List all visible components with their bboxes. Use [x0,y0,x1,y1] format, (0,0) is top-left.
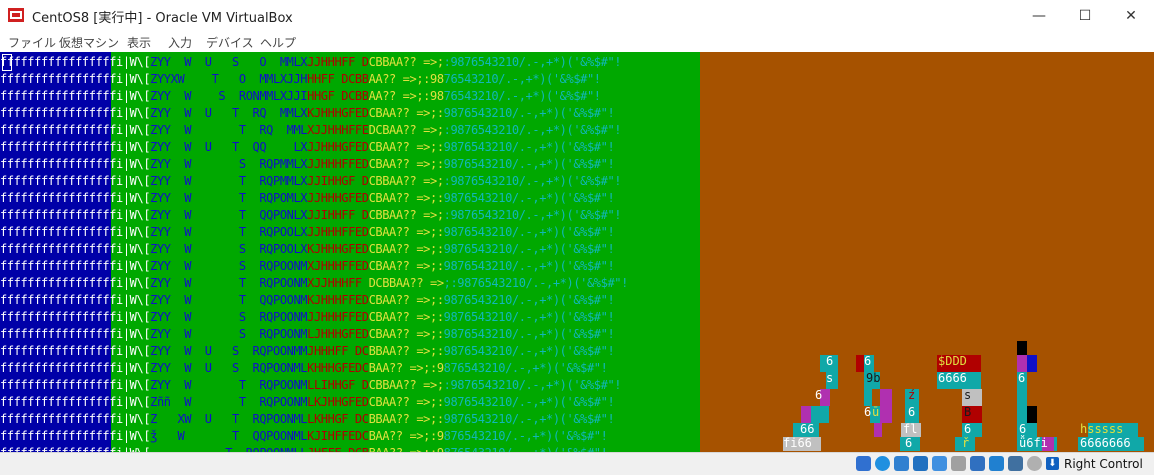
garble-text: 6 [815,388,823,402]
garble-block [1027,406,1037,423]
console-line: fffffffffffffffffi|W\[ZYY W S RQPOOLXKJH… [0,242,615,256]
usb-icon[interactable] [932,456,947,471]
garble-block [880,389,892,423]
menu-machine[interactable]: 仮想マシン [59,34,119,51]
host-key-icon: ⬇ [1046,457,1059,470]
garble-text: 6 [826,354,834,368]
console-line: fffffffffffffffffi|W\[ZYY W T RQPMMLXJJI… [0,174,622,188]
console-line: fffffffffffffffffi|W\[ZYY W S RQPOONMXJH… [0,259,615,273]
garble-text: 6 [905,436,913,450]
garble-text: fi66 [783,436,812,450]
shared-folder-icon[interactable] [951,456,966,471]
maximize-icon: ☐ [1078,7,1092,24]
garble-block [864,389,872,406]
console-line: fffffffffffffffffi|W\[ZYY W S RQPMMLXJJH… [0,157,615,171]
garble-text: B [964,405,972,419]
network-icon[interactable] [913,456,928,471]
garble-text: 6 [864,405,872,419]
console-line: fffffffffffffffffi|W\[ZYY W U S O MMLXJJ… [0,55,622,69]
garble-text: 9b [866,371,881,385]
garble-text: fl [903,422,918,436]
menu-view[interactable]: 表示 [127,34,151,51]
console-line: fffffffffffffffffi|W\[Zññ W T RQPOONMLKJ… [0,395,615,409]
screen-icon[interactable] [1008,456,1023,471]
garble-block [874,423,882,437]
menu-input[interactable]: 入力 [168,34,192,51]
console-line: fffffffffffffffffi|W\[ZYY W S RQPOONMLJH… [0,327,615,341]
console-line: fffffffffffffffffi|W\[ZYY W T RQPOONMLLI… [0,378,622,392]
console-line: fffffffffffffffffi|W\[ZYY W U T QQ LXJJH… [0,140,615,154]
hard-disk-icon[interactable] [856,456,871,471]
console-line: fffffffffffffffffi|W\[ZYY W T RQPOMLXJJH… [0,191,615,205]
garble-block [856,355,864,372]
garble-text: 6 [1019,422,1027,436]
garble-block [1017,341,1027,355]
console-line: fffffffffffffffffi|W\[ZYY W T RQPOONMXJJ… [0,276,628,290]
garble-text: 6666 [938,371,967,385]
garble-text: $DDD [938,354,967,368]
garble-block [811,406,829,423]
video-capture-icon[interactable] [989,456,1004,471]
garble-text: ū [872,405,880,419]
display-icon[interactable] [970,456,985,471]
garble-block [1017,389,1027,406]
garble-text: 6 [1018,371,1026,385]
garble-text: ź [908,388,916,402]
console-line: fffffffffffffffffi|W\[ZYY W T RQPOOLXJJH… [0,225,615,239]
window-title: CentOS8 [実行中] - Oracle VM VirtualBox [32,11,293,26]
audio-icon[interactable] [894,456,909,471]
title-bar: CentOS8 [実行中] - Oracle VM VirtualBox — ☐… [0,0,1154,31]
console-line: fffffffffffffffffi|W\[ZYY W T QQPOONMKJH… [0,293,615,307]
garble-text: 6 [864,354,872,368]
optical-drive-icon[interactable] [875,456,890,471]
garble-text: s [826,371,834,385]
menu-devices[interactable]: デバイス [206,34,254,51]
console-line: fffffffffffffffffi|W\[ZYY W T RQ MMLXJJH… [0,123,622,137]
console-text: fffffffffffffffffi|W\[ZYY W U S O MMLXJJ… [0,54,700,452]
minimize-button[interactable]: — [1016,0,1062,31]
garble-text: ǚ6fi [1019,436,1048,450]
menu-file[interactable]: ファイル [8,34,56,51]
garble-block [1017,355,1027,372]
garble-block [1017,406,1027,423]
console-line: fffffffffffffffffi|W\[Z XW U T RQPOONMLL… [0,412,615,426]
garble-text: 6 [908,405,916,419]
host-key-label: Right Control [1064,457,1143,471]
garble-block [1027,355,1037,372]
console-line: fffffffffffffffffi|W\[ǯ W T QQPOONMLKJIH… [0,429,608,443]
close-icon: ✕ [1125,7,1137,24]
garble-block [801,406,811,423]
garble-text: 6 [964,422,972,436]
maximize-button[interactable]: ☐ [1062,0,1108,31]
console-line: fffffffffffffffffi|W\[ZYY W S RQPOONMJJH… [0,310,615,324]
status-bar: ⬇ Right Control [0,452,1154,475]
menu-bar: ファイル 仮想マシン 表示 入力 デバイス ヘルプ [0,31,1154,52]
vm-display[interactable]: fffffffffffffffffi|W\[ZYY W U S O MMLXJJ… [0,52,1154,452]
garble-text: hsssss [1080,422,1124,436]
console-line: fffffffffffffffffi|W\[ T RQPOONMLLJHFFE … [0,445,700,452]
minimize-icon: — [1032,7,1046,24]
garble-text: ř [962,436,970,450]
console-line: fffffffffffffffffi|W\[ZYY W U T RQ MMLXK… [0,106,615,120]
console-line: fffffffffffffffffi|W\[ZYY W S RONMMLXJJI… [0,89,601,103]
garble-text: 66 [800,422,815,436]
virtualbox-app-icon [8,7,24,23]
console-line: fffffffffffffffffi|W\[ZYYXW T O MMLXJJHH… [0,72,601,86]
menu-help[interactable]: ヘルプ [260,34,296,51]
garble-text: s [964,388,972,402]
close-button[interactable]: ✕ [1108,0,1154,31]
console-line: fffffffffffffffffi|W\[ZYY W U S RQPOONMM… [0,344,615,358]
mouse-icon[interactable] [1027,456,1042,471]
console-line: fffffffffffffffffi|W\[ZYY W U S RQPOONML… [0,361,608,375]
garble-text: 6666666 [1080,436,1131,450]
console-line: fffffffffffffffffi|W\[ZYY W T QQPONLXJJI… [0,208,622,222]
